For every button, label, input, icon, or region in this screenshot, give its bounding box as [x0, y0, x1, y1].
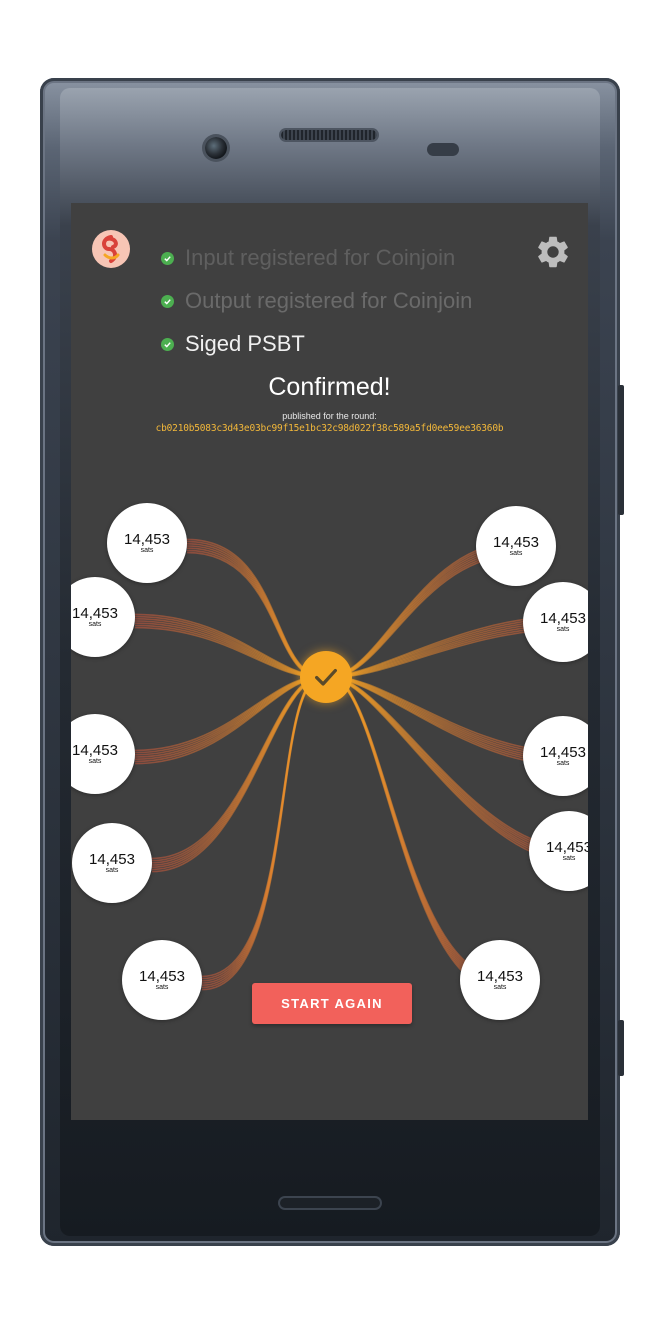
input-unit: sats	[88, 757, 102, 765]
output-unit: sats	[493, 983, 507, 991]
input-unit: sats	[155, 983, 169, 991]
start-again-button[interactable]: START AGAIN	[252, 983, 412, 1024]
connection-line	[329, 676, 501, 984]
output-amount: 14,453	[477, 967, 523, 985]
input-amount: 14,453	[72, 741, 118, 759]
phone-volume-button	[618, 1020, 624, 1076]
connection-line	[151, 676, 323, 868]
output-node[interactable]: 14,453 sats	[460, 940, 540, 1020]
connection-line	[151, 676, 323, 862]
bottom-speaker	[280, 1198, 380, 1208]
connection-line	[151, 676, 323, 871]
phone-power-button	[618, 385, 624, 515]
connection-line	[151, 676, 323, 866]
connection-line	[151, 676, 323, 873]
connection-line	[151, 676, 323, 860]
connection-line	[329, 676, 501, 989]
input-amount: 14,453	[72, 604, 118, 622]
connection-line	[134, 676, 323, 760]
output-unit: sats	[556, 759, 570, 767]
connection-line	[134, 676, 323, 756]
app-screen: Input registered for Coinjoin Output reg…	[71, 203, 588, 1120]
connection-line	[134, 676, 323, 758]
confirmed-hub	[300, 651, 352, 703]
input-unit: sats	[105, 866, 119, 874]
output-amount: 14,453	[540, 743, 586, 761]
connection-line	[329, 676, 501, 982]
earpiece-speaker	[281, 130, 377, 140]
connection-line	[329, 676, 501, 991]
input-unit: sats	[140, 546, 154, 554]
output-amount: 14,453	[493, 533, 539, 551]
front-camera	[205, 137, 227, 159]
proximity-sensor	[427, 143, 459, 156]
checkmark-icon	[315, 668, 337, 686]
input-amount: 14,453	[89, 850, 135, 868]
input-unit: sats	[88, 620, 102, 628]
connection-line	[201, 676, 323, 991]
input-node[interactable]: 14,453 sats	[122, 940, 202, 1020]
connection-line	[329, 676, 501, 986]
input-node[interactable]: 14,453 sats	[107, 503, 187, 583]
connection-line	[134, 676, 323, 752]
input-amount: 14,453	[139, 967, 185, 985]
connection-line	[329, 676, 501, 980]
output-node[interactable]: 14,453 sats	[476, 506, 556, 586]
output-unit: sats	[562, 854, 576, 862]
connection-line	[134, 676, 323, 754]
connection-line	[151, 676, 323, 864]
output-unit: sats	[556, 625, 570, 633]
output-amount: 14,453	[540, 609, 586, 627]
output-unit: sats	[509, 549, 523, 557]
input-amount: 14,453	[124, 530, 170, 548]
output-amount: 14,453	[546, 838, 588, 856]
connection-line	[329, 676, 501, 978]
input-node[interactable]: 14,453 sats	[72, 823, 152, 903]
